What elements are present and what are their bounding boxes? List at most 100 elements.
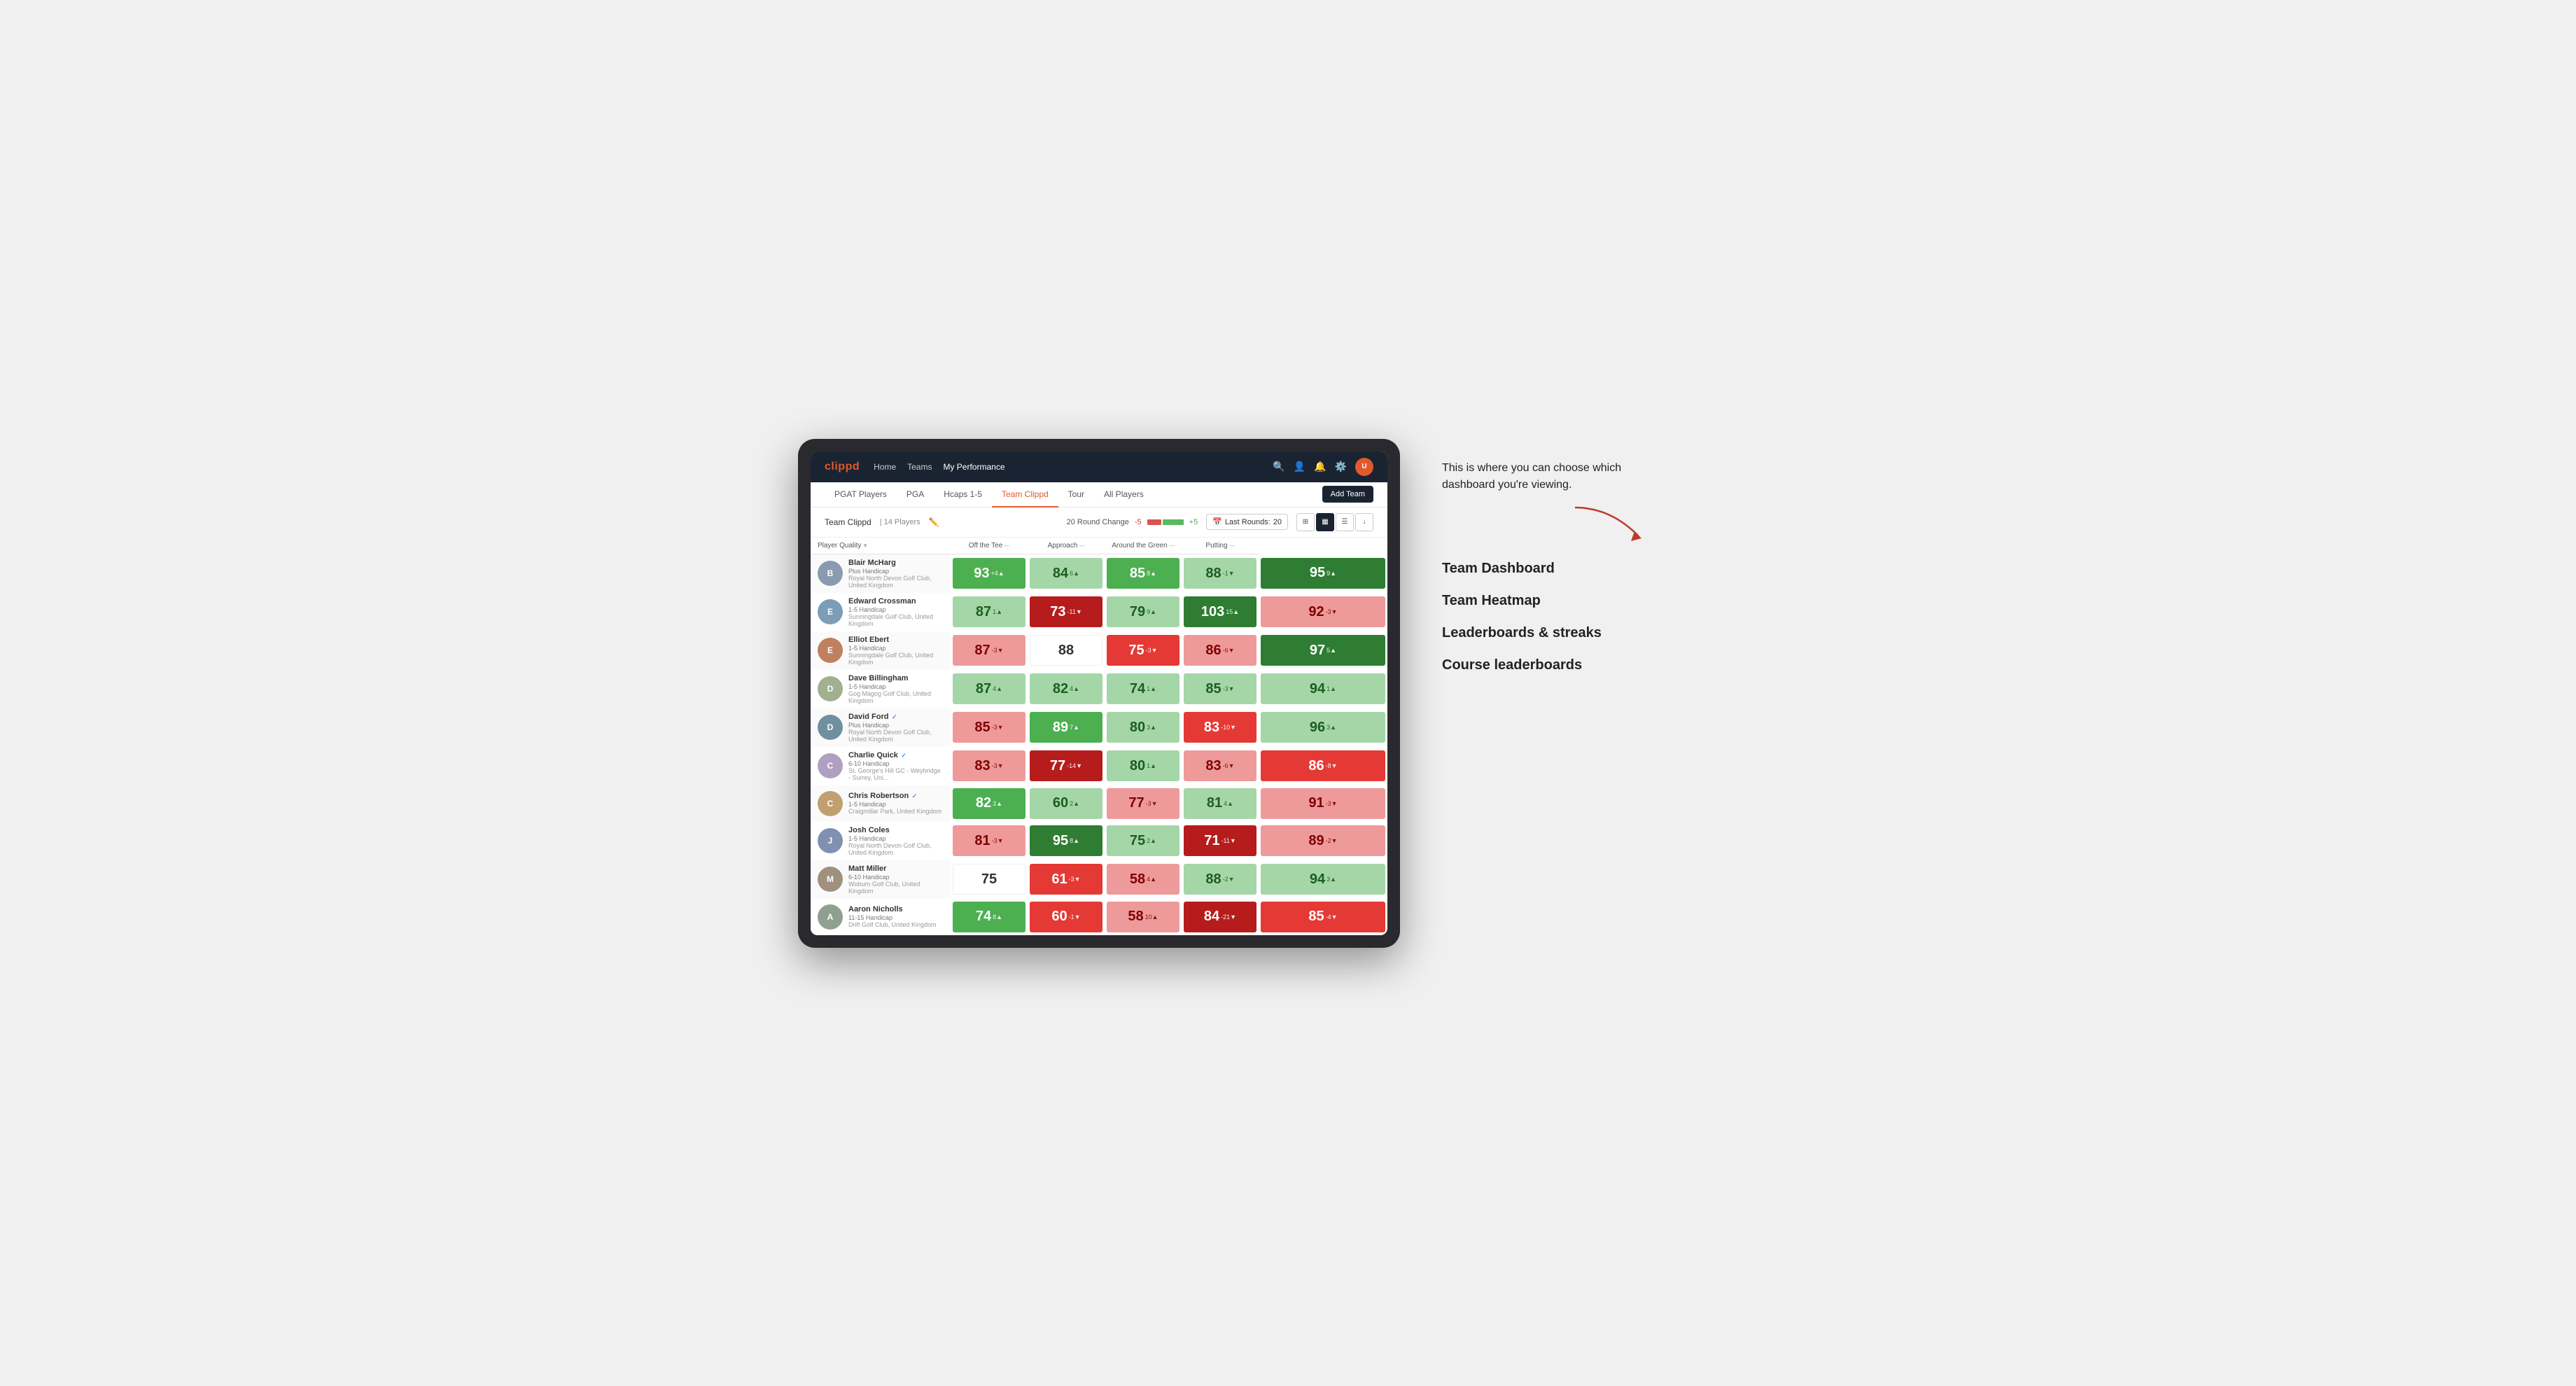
score-cell-4-3: 83-10▼ (1182, 708, 1259, 747)
score-cell-2-0: 87-3▼ (951, 631, 1028, 670)
score-cell-2-2: 75-3▼ (1105, 631, 1182, 670)
score-cell-4-1: 897▲ (1028, 708, 1105, 747)
score-cell-4-4: 963▲ (1259, 708, 1387, 747)
tab-all-players[interactable]: All Players (1094, 482, 1154, 507)
player-cell-2[interactable]: EElliot Ebert1-5 HandicapSunningdale Gol… (811, 631, 951, 670)
avatar[interactable]: U (1355, 458, 1373, 476)
player-club: Woburn Golf Club, United Kingdom (848, 881, 944, 895)
heatmap-view-button[interactable]: ▦ (1316, 513, 1334, 531)
player-handicap: 1-5 Handicap (848, 606, 944, 613)
player-club: Sunningdale Golf Club, United Kingdom (848, 652, 944, 666)
score-value: 73 (1050, 604, 1065, 620)
player-handicap: 6-10 Handicap (848, 760, 944, 767)
add-team-button[interactable]: Add Team (1322, 486, 1373, 503)
menu-item-1: Team Heatmap (1442, 592, 1652, 610)
score-cell-5-4: 86-8▼ (1259, 747, 1387, 785)
player-avatar: C (818, 753, 843, 778)
score-cell-8-3: 88-2▼ (1182, 860, 1259, 899)
player-club: Royal North Devon Golf Club, United King… (848, 575, 944, 589)
score-cell-9-3: 84-21▼ (1182, 899, 1259, 935)
player-name: Charlie Quick ✓ (848, 751, 944, 760)
score-change: 8▲ (993, 913, 1002, 920)
tablet-frame: clippd Home Teams My Performance 🔍 👤 🔔 ⚙… (798, 439, 1400, 948)
tab-pga[interactable]: PGA (897, 482, 934, 507)
score-cell-2-3: 86-6▼ (1182, 631, 1259, 670)
score-cell-8-1: 61-3▼ (1028, 860, 1105, 899)
score-change: -3▼ (992, 647, 1004, 654)
score-value: 60 (1053, 795, 1068, 811)
player-cell-6[interactable]: CChris Robertson ✓1-5 HandicapCraigmilla… (811, 785, 951, 822)
player-club: Drift Golf Club, United Kingdom (848, 921, 937, 928)
nav-link-teams[interactable]: Teams (907, 459, 932, 475)
score-cell-2-4: 975▲ (1259, 631, 1387, 670)
score-cell-7-0: 81-3▼ (951, 822, 1028, 860)
player-cell-3[interactable]: DDave Billingham1-5 HandicapGog Magog Go… (811, 670, 951, 708)
tab-team-clippd[interactable]: Team Clippd (992, 482, 1058, 507)
score-cell-6-2: 77-3▼ (1105, 785, 1182, 822)
player-avatar: M (818, 867, 843, 892)
grid-view-button[interactable]: ⊞ (1296, 513, 1315, 531)
team-name: Team Clippd (825, 517, 872, 527)
player-name: Josh Coles (848, 826, 944, 834)
score-value: 87 (976, 681, 991, 697)
score-value: 97 (1310, 643, 1325, 659)
nav-link-home[interactable]: Home (874, 459, 896, 475)
list-view-button[interactable]: ☰ (1336, 513, 1354, 531)
score-change: 1▲ (1147, 762, 1156, 769)
player-cell-5[interactable]: C Charlie Quick ✓6-10 HandicapSt. George'… (811, 747, 951, 785)
score-cell-3-1: 824▲ (1028, 670, 1105, 708)
score-value: 86 (1205, 643, 1221, 659)
score-change: -21▼ (1221, 913, 1236, 920)
score-value: 96 (1310, 720, 1325, 736)
score-change: 9▲ (1326, 570, 1336, 577)
score-value: 94 (1310, 872, 1325, 888)
player-cell-9[interactable]: AAaron Nicholls11-15 HandicapDrift Golf … (811, 899, 951, 935)
annotation-tooltip-text: This is where you can choose which dashb… (1442, 460, 1652, 493)
search-icon[interactable]: 🔍 (1273, 461, 1284, 472)
bar-red (1147, 519, 1161, 525)
score-value: 81 (974, 833, 990, 849)
person-icon[interactable]: 👤 (1294, 461, 1306, 472)
player-name: Matt Miller (848, 864, 944, 873)
player-avatar: D (818, 676, 843, 701)
player-cell-4[interactable]: DDavid Ford ✓Plus HandicapRoyal North De… (811, 708, 951, 747)
score-value: 80 (1130, 720, 1145, 736)
score-change: -4▼ (1326, 913, 1338, 920)
score-value: 61 (1051, 872, 1067, 888)
score-value: 85 (1205, 681, 1221, 697)
tab-pgat[interactable]: PGAT Players (825, 482, 897, 507)
page-wrapper: clippd Home Teams My Performance 🔍 👤 🔔 ⚙… (798, 439, 1778, 948)
score-value: 92 (1308, 604, 1324, 620)
score-value: 80 (1130, 758, 1145, 774)
player-handicap: 11-15 Handicap (848, 914, 937, 921)
player-club: St. George's Hill GC - Weybridge - Surre… (848, 767, 944, 781)
round-change-section: 20 Round Change -5 +5 (1067, 518, 1198, 526)
player-handicap: 1-5 Handicap (848, 801, 941, 808)
player-cell-1[interactable]: EEdward Crossman1-5 HandicapSunningdale … (811, 593, 951, 631)
player-cell-0[interactable]: BBlair McHargPlus HandicapRoyal North De… (811, 554, 951, 593)
score-change: 10▲ (1145, 913, 1158, 920)
edit-icon[interactable]: ✏️ (929, 517, 939, 527)
score-cell-1-3: 10315▲ (1182, 593, 1259, 631)
score-cell-6-4: 91-3▼ (1259, 785, 1387, 822)
settings-icon[interactable]: ⚙️ (1335, 461, 1347, 472)
player-avatar: J (818, 828, 843, 853)
score-value: 94 (1310, 681, 1325, 697)
player-avatar: E (818, 638, 843, 663)
player-cell-7[interactable]: JJosh Coles1-5 HandicapRoyal North Devon… (811, 822, 951, 860)
tab-hcaps[interactable]: Hcaps 1-5 (934, 482, 992, 507)
col-header-player: Player Quality▼ (811, 538, 951, 554)
nav-link-performance[interactable]: My Performance (943, 459, 1004, 475)
last-rounds-button[interactable]: 📅 Last Rounds: 20 (1206, 514, 1288, 530)
score-value: 75 (981, 872, 997, 888)
score-cell-2-1: 88 (1028, 631, 1105, 670)
table-row: C Charlie Quick ✓6-10 HandicapSt. George'… (811, 747, 1387, 785)
score-value: 86 (1308, 758, 1324, 774)
score-change: -3▼ (1223, 685, 1235, 692)
tab-tour[interactable]: Tour (1058, 482, 1094, 507)
score-value: 88 (1205, 566, 1221, 582)
player-cell-8[interactable]: MMatt Miller6-10 HandicapWoburn Golf Clu… (811, 860, 951, 899)
verified-icon: ✓ (899, 752, 906, 759)
bell-icon[interactable]: 🔔 (1314, 461, 1326, 472)
download-button[interactable]: ↓ (1355, 513, 1373, 531)
